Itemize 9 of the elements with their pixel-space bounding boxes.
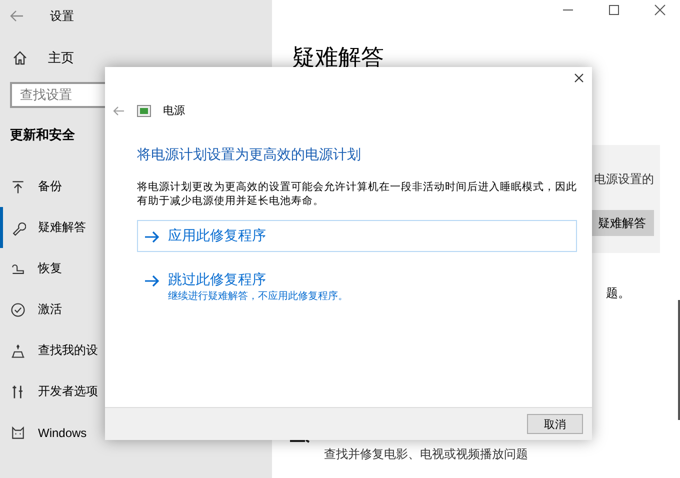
troubleshooter-description: 查找并修复电影、电视或视频播放问题	[324, 446, 528, 463]
window-title: 设置	[50, 8, 74, 24]
note-text: 题。	[606, 285, 630, 302]
card-text: 电源设置的	[594, 171, 654, 188]
page-title: 疑难解答	[291, 44, 385, 73]
section-heading: 更新和安全	[10, 126, 75, 144]
dialog-heading: 将电源计划设置为更高效的电源计划	[137, 146, 362, 164]
dialog-description: 将电源计划更改为更高效的设置可能会允许计算机在一段非活动时间后进入睡眠模式，因此有助于减少电源使用并延长电池寿命。	[137, 180, 577, 208]
dialog-title: 电源	[163, 103, 185, 118]
